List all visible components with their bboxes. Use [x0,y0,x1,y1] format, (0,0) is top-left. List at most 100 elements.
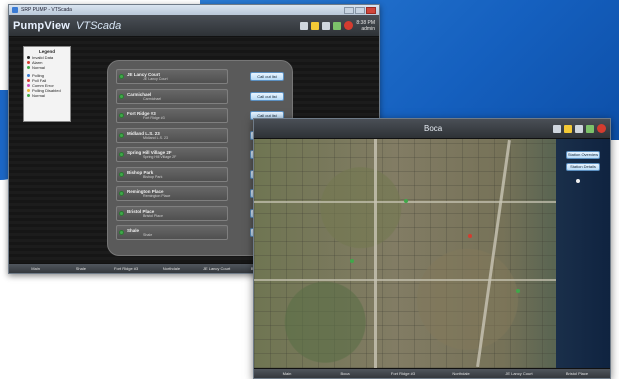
station-subtitle: Bishop Park [143,174,163,179]
clock-time: 8:38 PM [356,19,375,26]
station-card[interactable]: Bristol Place Bristol Place [116,205,228,221]
close-button[interactable] [366,6,376,14]
legend-status-icon [27,94,30,97]
station-card[interactable]: Fort Ridge #3 Fort Ridge #3 [116,108,228,124]
map-ocean [556,139,610,368]
legend-status-icon [27,84,30,87]
status-ok-icon [119,113,124,119]
legend-status-icon [27,66,30,69]
legend-item-label: Normal [32,65,45,70]
station-text: Carmichael Carmichael [127,92,161,101]
status-ok-icon [119,93,124,99]
station-marker[interactable] [404,199,408,203]
statusbar-tab[interactable]: Main [258,371,316,376]
station-card[interactable]: Spring Hill Village 2F Spring Hill Villag… [116,147,228,163]
station-subtitle: Spring Hill Village 2F [143,155,177,160]
menu-icon[interactable] [553,124,561,133]
refresh-icon[interactable] [333,21,342,30]
window-title: SRP PUMP - VTScada [21,7,72,13]
map-title: Boca [424,124,443,133]
minimize-button[interactable] [344,6,354,14]
station-marker[interactable] [350,259,354,263]
pumpview-logo: PumpView [13,19,71,32]
callout-list-button[interactable]: Call out list [250,91,284,101]
map-header: Boca [254,119,610,139]
clock-user: admin [361,25,375,32]
print-icon[interactable] [575,124,583,133]
station-text: Fort Ridge #3 Fort Ridge #3 [127,111,165,120]
map-button-station-details[interactable]: Station Details [566,163,600,171]
statusbar-tab[interactable]: Bristol Place [548,371,606,376]
app-header: PumpView VTScada 8:38 PM admin [9,15,379,37]
station-card[interactable]: Remington Place Remington Place [116,186,228,202]
status-ok-icon [119,74,124,80]
refresh-icon[interactable] [586,124,594,133]
station-marker[interactable] [516,289,520,293]
status-ok-icon [119,230,124,236]
station-text: JE Lancy Court JE Lancy Court [127,72,168,81]
legend-title: Legend [38,49,55,54]
vtscada-logo: VTScada [76,19,122,32]
notes-icon[interactable] [564,124,572,133]
station-marker[interactable] [468,234,472,238]
legend-status-icon [27,56,30,59]
clock: 8:38 PM admin [356,20,375,32]
legend-status-icon [27,89,30,92]
callout-list-button[interactable]: Call out list [250,72,284,82]
statusbar-tab[interactable]: Northdale [432,371,490,376]
station-subtitle: Fort Ridge #3 [143,116,165,121]
status-ok-icon [119,210,124,216]
map-statusbar: Main Boca Fort Ridge #3 Northdale JE Lancy C… [254,368,610,378]
station-card[interactable]: Bishop Park Bishop Park [116,166,228,182]
legend-list-comms: Polling Poll Fail Comm Error Polling Disabl… [27,73,67,98]
legend-item-label: Normal [32,93,45,98]
legend-status-icon [27,74,30,77]
status-ok-icon [119,191,124,197]
notes-icon[interactable] [311,21,320,30]
station-subtitle: Remington Place [143,194,171,199]
menu-icon[interactable] [300,21,309,30]
window-titlebar: SRP PUMP - VTScada [9,5,379,15]
statusbar-tab[interactable]: JE Lancy Court [194,266,239,271]
statusbar-tab[interactable]: Fort Ridge #3 [104,266,149,271]
header-toolbar: 8:38 PM admin [300,20,375,32]
statusbar-tab[interactable]: JE Lancy Court [490,371,548,376]
station-card[interactable]: Midland L.S. 23 Midland L.S. 23 [116,127,228,143]
maximize-button[interactable] [355,6,365,14]
station-card[interactable]: Shale Shale [116,225,228,241]
statusbar-tab[interactable]: Boca [316,371,374,376]
statusbar-tab[interactable]: Main [13,266,58,271]
station-subtitle: Shale [143,233,153,238]
station-card[interactable]: Carmichael Carmichael [116,88,228,104]
statusbar-tab[interactable]: Shale [58,266,103,271]
statusbar-tab[interactable]: Northdale [149,266,194,271]
app-icon [12,7,18,13]
legend-status-icon [27,61,30,64]
map-button-station-overview[interactable]: Station Overview [566,151,600,159]
map-window: Boca Station Overview Station Details Ma… [253,118,611,379]
station-subtitle: Midland L.S. 23 [143,135,168,140]
station-text: Bristol Place Bristol Place [127,209,163,218]
statusbar-tab[interactable]: Fort Ridge #3 [374,371,432,376]
station-card[interactable]: JE Lancy Court JE Lancy Court [116,69,228,85]
legend-list-alarms: Invalid Data Alarm Normal [27,55,67,70]
alarm-icon[interactable] [597,124,606,133]
legend-item: Normal [27,93,67,98]
satellite-map[interactable]: Station Overview Station Details [254,139,610,368]
window-controls [344,6,376,14]
print-icon[interactable] [322,21,331,30]
map-toolbar [553,124,606,133]
alarm-icon[interactable] [344,21,354,30]
status-ok-icon [119,171,124,177]
station-text: Midland L.S. 23 Midland L.S. 23 [127,131,168,140]
status-ok-icon [119,152,124,158]
station-subtitle: Bristol Place [143,213,163,218]
map-road [374,139,377,368]
station-text: Shale Shale [127,228,152,237]
station-text: Spring Hill Village 2F Spring Hill Villag… [127,150,176,159]
station-text: Remington Place Remington Place [127,189,170,198]
legend-panel: Legend Invalid Data Alarm Normal Polling Po… [23,46,71,122]
station-marker[interactable] [576,179,580,183]
station-subtitle: Carmichael [143,96,162,101]
map-road [476,139,511,368]
